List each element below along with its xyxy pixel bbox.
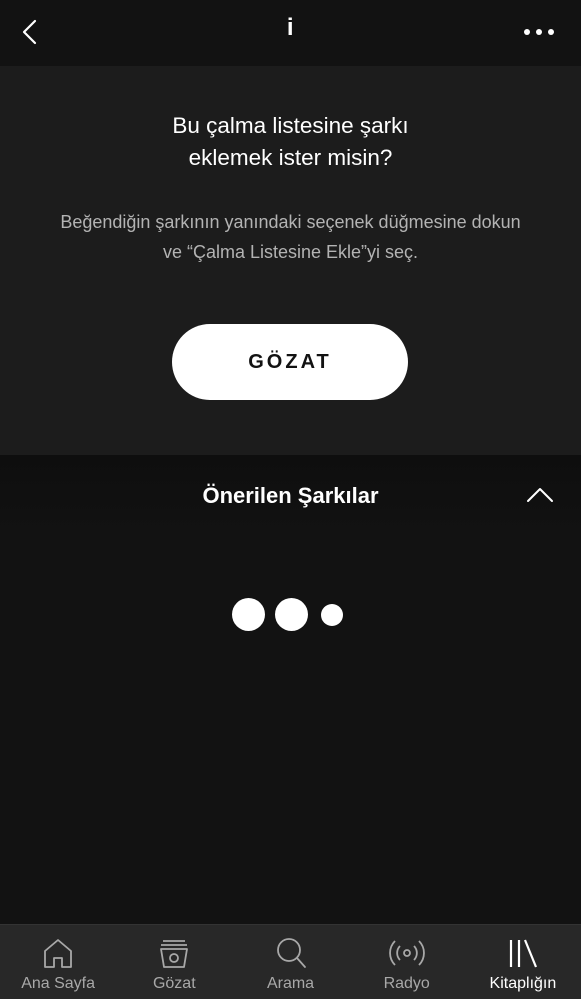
tab-home[interactable]: Ana Sayfa bbox=[0, 925, 116, 999]
library-icon bbox=[509, 939, 537, 968]
collapse-button[interactable] bbox=[525, 485, 555, 505]
more-options-button[interactable] bbox=[523, 22, 559, 42]
tab-browse[interactable]: Gözat bbox=[116, 925, 232, 999]
tab-library-label: Kitaplığın bbox=[489, 975, 557, 992]
top-bar: i bbox=[0, 0, 581, 66]
suggested-songs-header[interactable]: Önerilen Şarkılar bbox=[0, 455, 581, 535]
tab-browse-label: Gözat bbox=[152, 975, 196, 992]
tab-radio[interactable]: Radyo bbox=[349, 925, 465, 999]
empty-state-description: Beğendiğin şarkının yanındaki seçenek dü… bbox=[60, 212, 521, 262]
empty-state-title-line1: Bu çalma listesine şarkı bbox=[172, 113, 409, 138]
empty-playlist-panel: Bu çalma listesine şarkı eklemek ister m… bbox=[0, 66, 581, 455]
tab-radio-label: Radyo bbox=[383, 975, 430, 992]
page-title: i bbox=[286, 14, 295, 41]
search-icon bbox=[276, 938, 306, 968]
browse-button[interactable]: GÖZAT bbox=[172, 324, 408, 400]
chevron-up-icon bbox=[527, 488, 553, 502]
home-icon bbox=[44, 939, 72, 968]
empty-state-title: Bu çalma listesine şarkı eklemek ister m… bbox=[0, 110, 581, 174]
tab-home-label: Ana Sayfa bbox=[21, 975, 96, 992]
loading-dot bbox=[275, 598, 308, 631]
suggested-songs-title: Önerilen Şarkılar bbox=[202, 483, 379, 508]
browse-icon bbox=[160, 940, 189, 968]
tab-search-label: Arama bbox=[266, 975, 315, 992]
loading-dot bbox=[232, 598, 265, 631]
tab-search[interactable]: Arama bbox=[232, 925, 348, 999]
more-horizontal-icon bbox=[524, 29, 554, 35]
bottom-tab-bar: Ana Sayfa Gözat Arama Radyo Kitaplığın bbox=[0, 924, 581, 999]
loading-indicator bbox=[232, 598, 346, 632]
empty-state-title-line2: eklemek ister misin? bbox=[188, 145, 393, 170]
tab-library[interactable]: Kitaplığın bbox=[465, 925, 581, 999]
loading-dot bbox=[321, 604, 343, 626]
radio-icon bbox=[388, 940, 425, 966]
